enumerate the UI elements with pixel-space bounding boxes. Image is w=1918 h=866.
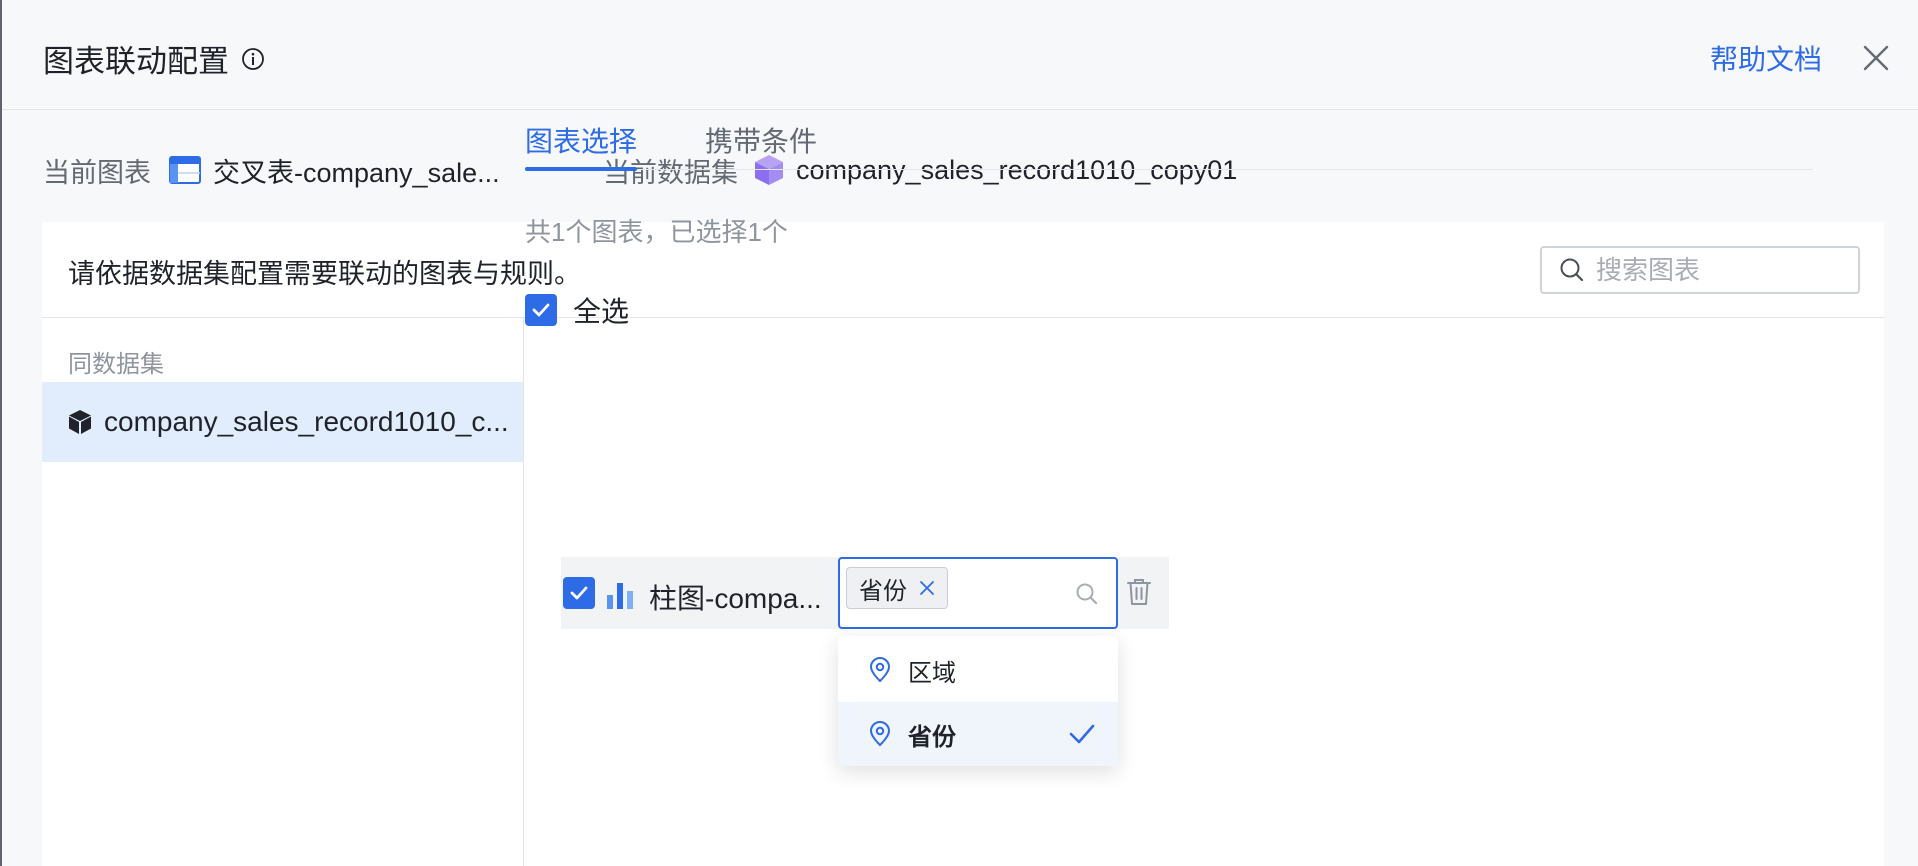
- search-icon: [1076, 583, 1098, 605]
- tab-carry-conditions[interactable]: 携带条件: [705, 120, 817, 170]
- chart-search-input[interactable]: [1596, 254, 1846, 286]
- condition-select[interactable]: 省份: [838, 557, 1118, 629]
- location-pin-icon: [869, 721, 891, 747]
- dropdown-option-region[interactable]: 区域: [838, 638, 1118, 702]
- checkmark-icon: [532, 303, 550, 317]
- select-all-label: 全选: [573, 296, 630, 327]
- checkbox-checked[interactable]: [525, 294, 557, 326]
- close-icon[interactable]: [919, 580, 935, 596]
- condition-dropdown: 区域 省份: [838, 636, 1118, 766]
- sidebar-heading: 同数据集: [68, 351, 164, 378]
- tab-chart-selection[interactable]: 图表选择: [525, 120, 638, 171]
- info-icon[interactable]: [241, 47, 265, 71]
- select-all-checkbox[interactable]: 全选: [525, 290, 629, 330]
- panel-toolbar: 请依据数据集配置需要联动的图表与规则。: [42, 222, 1884, 318]
- current-chart-name: 交叉表-company_sale...: [213, 157, 500, 188]
- dropdown-option-province[interactable]: 省份: [838, 702, 1118, 766]
- condition-tag: 省份: [846, 567, 948, 609]
- dialog-title-text: 图表联动配置: [43, 44, 229, 79]
- dataset-cube-icon: [69, 410, 91, 434]
- close-icon[interactable]: [1860, 42, 1892, 74]
- dialog-header: 图表联动配置 帮助文档: [2, 0, 1918, 110]
- dropdown-option-label: 省份: [908, 723, 956, 751]
- chart-checkbox[interactable]: [563, 577, 595, 609]
- dialog-title: 图表联动配置: [43, 36, 265, 81]
- location-pin-icon: [869, 657, 891, 683]
- trash-icon[interactable]: [1126, 577, 1152, 607]
- sidebar-item-dataset[interactable]: company_sales_record1010_c...: [42, 382, 523, 462]
- help-docs-link[interactable]: 帮助文档: [1710, 38, 1822, 78]
- checkmark-icon: [570, 586, 588, 600]
- sidebar-item-label: company_sales_record1010_c...: [104, 406, 509, 437]
- chart-count-text: 共1个图表，已选择1个: [525, 217, 788, 247]
- chart-search-box[interactable]: [1540, 246, 1860, 294]
- bar-chart-icon: [607, 583, 633, 609]
- condition-tag-label: 省份: [859, 577, 907, 605]
- dropdown-option-label: 区域: [908, 659, 956, 687]
- instruction-text: 请依据数据集配置需要联动的图表与规则。: [68, 259, 581, 289]
- dataset-sidebar: 同数据集 company_sales_record1010_c...: [42, 318, 524, 866]
- tab-bar: 图表选择 携带条件: [525, 96, 1813, 171]
- linkage-config-panel: 请依据数据集配置需要联动的图表与规则。 同数据集 company_sales_r…: [42, 222, 1884, 866]
- check-icon: [1069, 724, 1095, 744]
- search-icon: [1560, 258, 1584, 282]
- cross-table-icon: [169, 156, 201, 184]
- chart-name: 柱图-compa...: [649, 583, 822, 614]
- current-chart-label: 当前图表: [43, 157, 151, 188]
